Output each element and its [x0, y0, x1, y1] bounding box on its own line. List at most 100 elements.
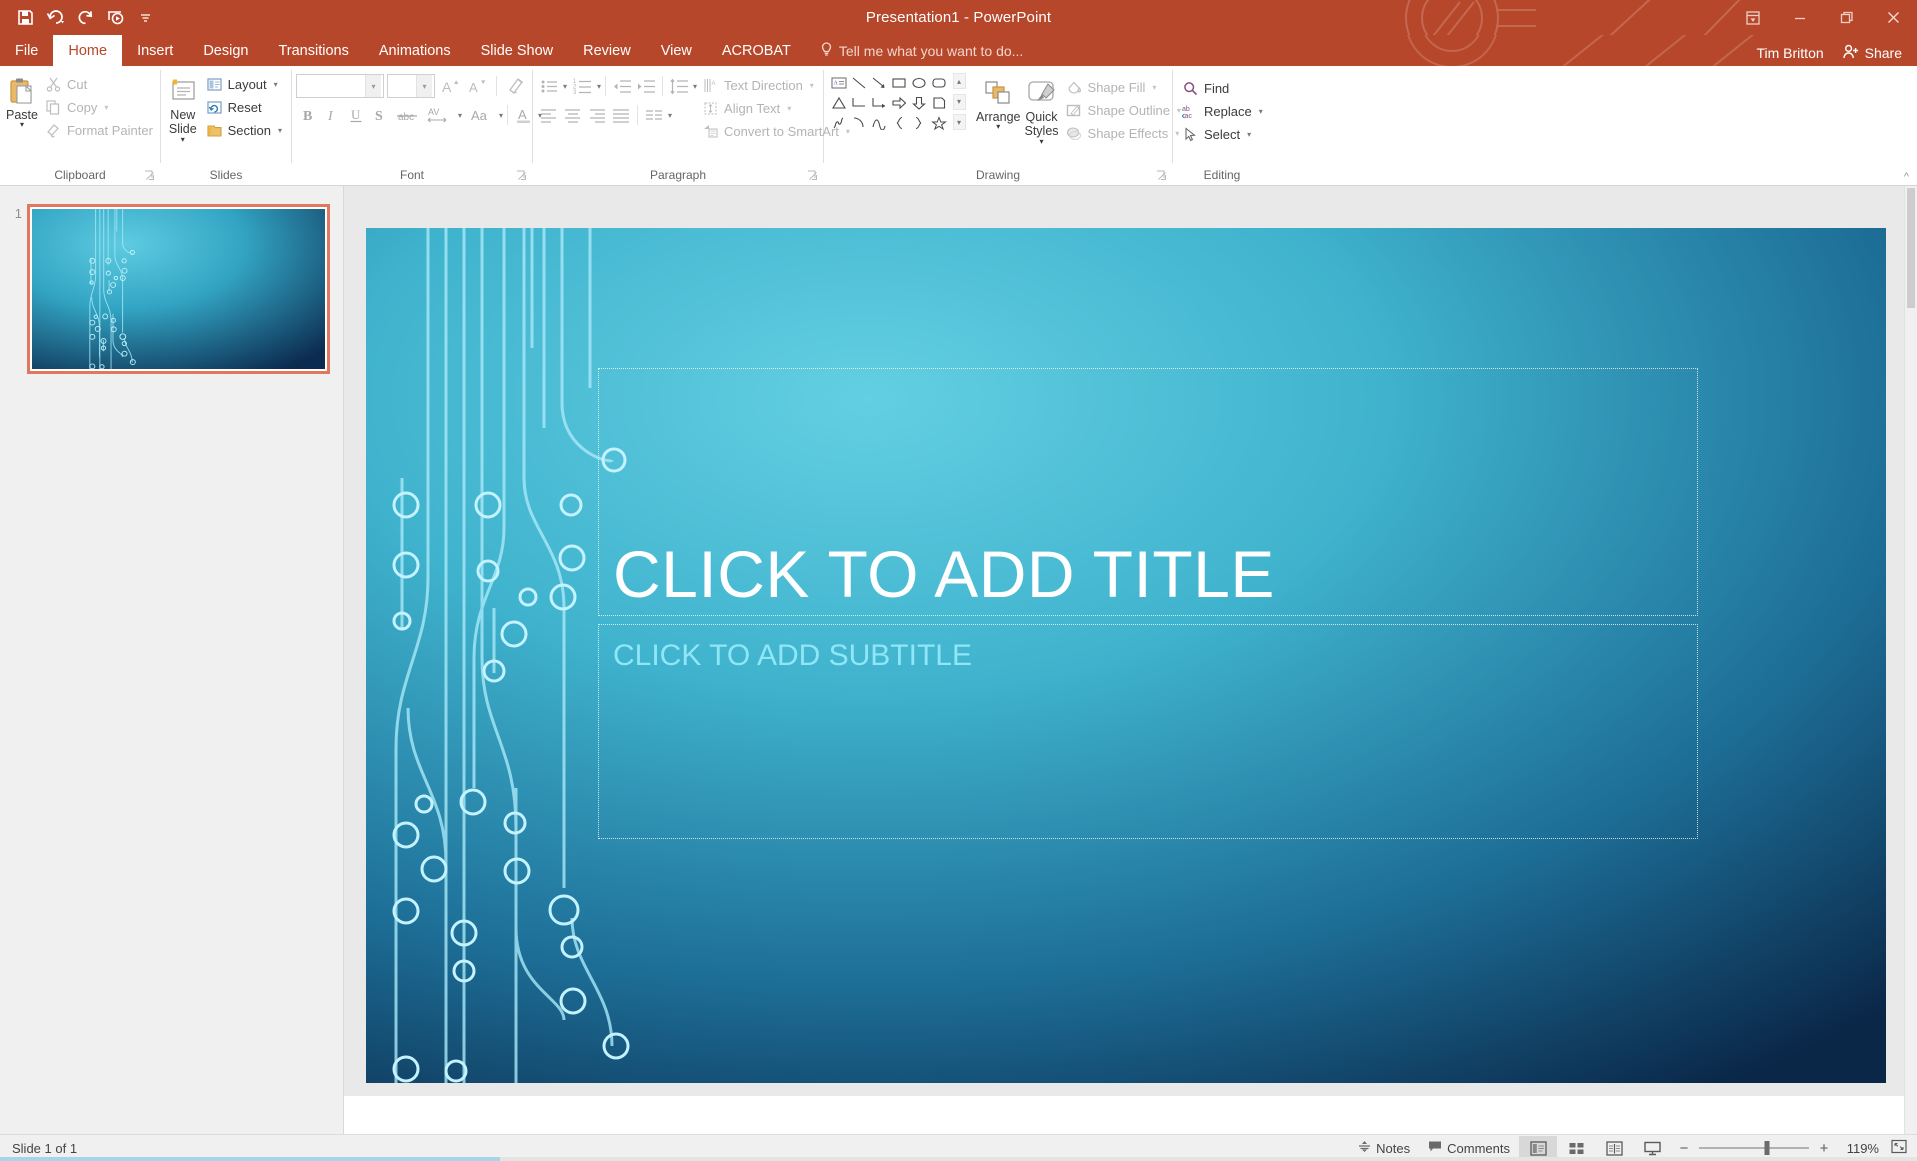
ribbon-tabs[interactable]: File Home Insert Design Transitions Anim…: [0, 35, 1917, 66]
tab-home[interactable]: Home: [53, 35, 123, 66]
zoom-level-label[interactable]: 119%: [1837, 1141, 1885, 1156]
notes-pane-strip[interactable]: [344, 1096, 1917, 1134]
tab-transitions[interactable]: Transitions: [263, 35, 363, 66]
fit-to-window-button[interactable]: [1885, 1139, 1913, 1157]
curve-icon[interactable]: [870, 114, 888, 132]
reset-button[interactable]: Reset: [201, 96, 287, 118]
ribbon-display-options-icon[interactable]: [1729, 0, 1776, 35]
tab-animations[interactable]: Animations: [364, 35, 466, 66]
align-center-button[interactable]: [561, 103, 585, 127]
chevron-down-icon[interactable]: ▾: [996, 123, 1000, 131]
scribble-icon[interactable]: [830, 114, 848, 132]
shapes-gallery-scrollbar[interactable]: ▴ ▾ ▾: [952, 72, 966, 130]
shape-effects-button[interactable]: Shape Effects ▾: [1061, 122, 1186, 144]
chevron-down-icon[interactable]: ▾: [499, 111, 503, 120]
oval-icon[interactable]: [910, 74, 928, 92]
text-shadow-button[interactable]: S: [368, 103, 392, 127]
line-icon[interactable]: [850, 74, 868, 92]
rectangle-icon[interactable]: [890, 74, 908, 92]
save-icon[interactable]: [10, 4, 40, 32]
window-controls[interactable]: [1729, 0, 1917, 35]
align-right-button[interactable]: [585, 103, 609, 127]
customize-quick-access-toolbar-icon[interactable]: [130, 4, 160, 32]
change-case-button[interactable]: Aa: [465, 103, 497, 127]
chevron-down-icon[interactable]: ▾: [787, 104, 791, 113]
more-shapes-icon[interactable]: ▾: [952, 114, 966, 130]
clear-all-formatting-button[interactable]: [504, 74, 528, 98]
tab-file[interactable]: File: [0, 35, 53, 66]
right-brace-icon[interactable]: [910, 114, 928, 132]
close-icon[interactable]: [1870, 0, 1917, 35]
strikethrough-button[interactable]: abc: [392, 103, 424, 127]
font-name-combo[interactable]: ▾: [296, 74, 384, 98]
quick-access-toolbar[interactable]: [0, 4, 160, 32]
elbow-connector-icon[interactable]: [850, 94, 868, 112]
section-button[interactable]: Section ▾: [201, 119, 287, 141]
numbering-button[interactable]: 123: [571, 74, 595, 98]
chevron-down-icon[interactable]: ▾: [563, 82, 567, 91]
elbow-arrow-connector-icon[interactable]: [870, 94, 888, 112]
columns-button[interactable]: [642, 103, 666, 127]
minimize-icon[interactable]: [1776, 0, 1823, 35]
find-button[interactable]: Find: [1177, 77, 1268, 99]
left-brace-icon[interactable]: [890, 114, 908, 132]
right-arrow-icon[interactable]: [890, 94, 908, 112]
subtitle-placeholder[interactable]: CLICK TO ADD SUBTITLE: [598, 624, 1698, 839]
cut-button[interactable]: Cut: [40, 73, 158, 95]
chevron-down-icon[interactable]: ▾: [416, 75, 432, 97]
restore-icon[interactable]: [1823, 0, 1870, 35]
account-name[interactable]: Tim Britton: [1748, 45, 1831, 61]
clipboard-dialog-launcher[interactable]: [143, 170, 155, 182]
character-spacing-button[interactable]: AV: [424, 103, 456, 127]
arrange-button[interactable]: Arrange ▾: [974, 72, 1022, 132]
chevron-down-icon[interactable]: ▾: [458, 111, 462, 120]
slide-thumbnail-pane[interactable]: 1: [0, 186, 344, 1134]
chevron-down-icon[interactable]: ▾: [597, 82, 601, 91]
zoom-out-button[interactable]: −: [1677, 1140, 1691, 1157]
start-from-beginning-icon[interactable]: [100, 4, 130, 32]
chevron-down-icon[interactable]: ▾: [668, 111, 672, 120]
chevron-down-icon[interactable]: ▾: [104, 103, 108, 112]
chevron-down-icon[interactable]: ▾: [1040, 137, 1044, 145]
shape-fill-button[interactable]: Shape Fill ▾: [1061, 76, 1186, 98]
paste-button[interactable]: Paste ▾: [4, 70, 40, 130]
font-dialog-launcher[interactable]: [515, 170, 527, 182]
horizontal-scrollbar[interactable]: [0, 1157, 1917, 1161]
zoom-slider-thumb[interactable]: [1764, 1141, 1770, 1155]
layout-button[interactable]: Layout ▾: [201, 73, 287, 95]
decrease-font-size-button[interactable]: A: [465, 74, 489, 98]
star-icon[interactable]: [930, 114, 948, 132]
zoom-in-button[interactable]: +: [1817, 1140, 1831, 1157]
chevron-down-icon[interactable]: ▾: [810, 81, 814, 90]
align-left-button[interactable]: [537, 103, 561, 127]
slide-thumbnail-1[interactable]: 1: [0, 204, 343, 374]
title-placeholder[interactable]: CLICK TO ADD TITLE: [598, 368, 1698, 616]
scroll-up-icon[interactable]: ▴: [952, 73, 966, 89]
chevron-down-icon[interactable]: ▾: [20, 121, 24, 129]
increase-indent-button[interactable]: [634, 74, 658, 98]
tab-review[interactable]: Review: [568, 35, 646, 66]
increase-font-size-button[interactable]: A: [438, 74, 462, 98]
pentagon-icon[interactable]: [930, 94, 948, 112]
quick-styles-button[interactable]: Quick Styles ▾: [1022, 72, 1060, 147]
chevron-down-icon[interactable]: ▾: [365, 75, 381, 97]
chevron-down-icon[interactable]: ▾: [1247, 130, 1251, 139]
shapes-grid[interactable]: A: [828, 72, 950, 134]
select-button[interactable]: Select ▾: [1177, 123, 1268, 145]
down-arrow-icon[interactable]: [910, 94, 928, 112]
arc-icon[interactable]: [850, 114, 868, 132]
triangle-icon[interactable]: [830, 94, 848, 112]
chevron-down-icon[interactable]: ▾: [1152, 83, 1156, 92]
vertical-scrollbar[interactable]: [1904, 186, 1917, 1134]
format-painter-button[interactable]: Format Painter: [40, 119, 158, 141]
chevron-down-icon[interactable]: ▾: [1259, 107, 1263, 116]
chevron-down-icon[interactable]: ▾: [274, 80, 278, 89]
copy-button[interactable]: Copy ▾: [40, 96, 158, 118]
new-slide-button[interactable]: New Slide ▾: [165, 70, 201, 145]
drawing-dialog-launcher[interactable]: [1155, 170, 1167, 182]
replace-button[interactable]: ab ac Replace ▾: [1177, 100, 1268, 122]
share-button[interactable]: Share: [1834, 40, 1911, 66]
rounded-rectangle-icon[interactable]: [930, 74, 948, 92]
tab-view[interactable]: View: [646, 35, 707, 66]
chevron-down-icon[interactable]: ▾: [181, 135, 185, 143]
